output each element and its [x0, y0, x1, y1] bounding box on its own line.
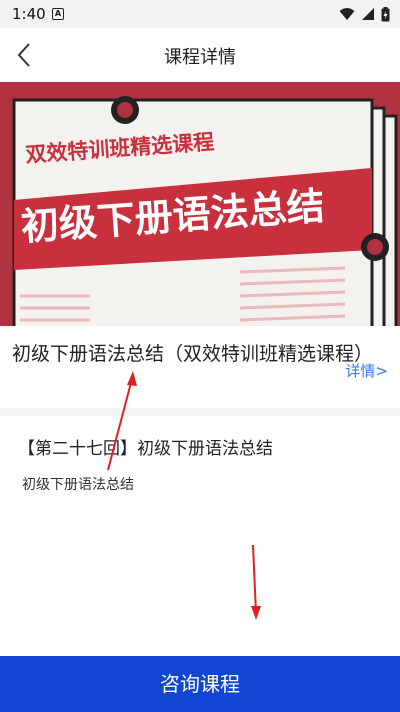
status-bar: 1:40 A: [0, 0, 400, 28]
status-icons: [339, 6, 390, 22]
signal-icon: [362, 8, 374, 20]
banner-graphic: 双效特训班精选课程 初级下册语法总结: [0, 82, 400, 326]
lesson-title: 【第二十七回】初级下册语法总结: [18, 439, 273, 459]
nav-bar: 课程详情: [0, 28, 400, 82]
status-time: 1:40: [12, 5, 46, 23]
lesson-subtitle: 初级下册语法总结: [22, 477, 134, 493]
battery-icon: [381, 6, 390, 21]
annotation-arrowhead-down: [251, 606, 261, 620]
wifi-icon: [339, 8, 355, 20]
annotation-arrow-down: [252, 544, 257, 614]
consult-course-button[interactable]: 咨询课程: [0, 656, 400, 712]
section-divider: [0, 408, 400, 416]
course-banner: 双效特训班精选课程 初级下册语法总结: [0, 82, 400, 326]
detail-link[interactable]: 详情>: [345, 360, 388, 381]
course-title: 初级下册语法总结（双效特训班精选课程）: [12, 343, 374, 365]
page-title: 课程详情: [164, 47, 236, 68]
notification-icon: A: [52, 8, 64, 20]
lesson-item[interactable]: 【第二十七回】初级下册语法总结 初级下册语法总结: [0, 416, 400, 506]
course-info: 初级下册语法总结（双效特训班精选课程） 详情>: [0, 326, 400, 408]
